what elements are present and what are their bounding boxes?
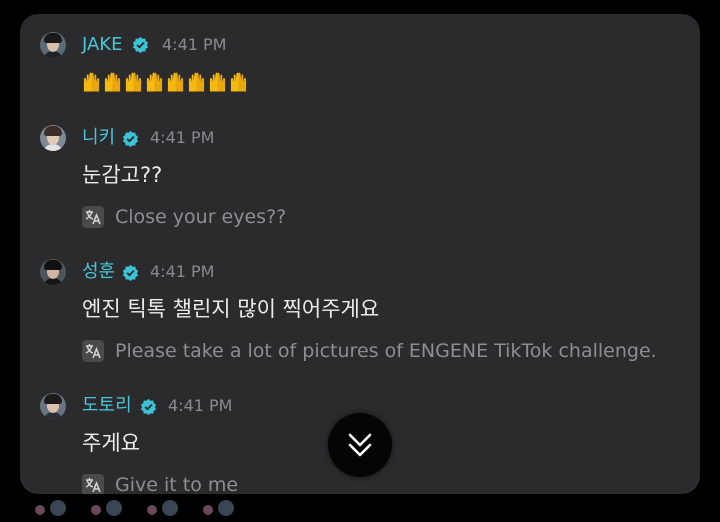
- avatar-hair-shape: [44, 394, 62, 404]
- avatar-hair-shape: [44, 126, 62, 136]
- message-text: 눈감고??: [82, 163, 163, 187]
- partial-emoji-icon: [142, 498, 182, 518]
- avatar-body-shape: [43, 412, 63, 419]
- message-text: 엔진 틱톡 챌린지 많이 찍어주게요: [82, 297, 380, 321]
- raising-hands-emoji: [167, 72, 184, 92]
- avatar-body-shape: [43, 278, 63, 285]
- message-time: 4:41 PM: [162, 35, 227, 54]
- translate-glyph-icon: [85, 478, 101, 493]
- avatar-hair-shape: [44, 33, 62, 43]
- verified-badge-icon: [122, 130, 139, 147]
- verified-badge-icon: [132, 36, 149, 53]
- avatar[interactable]: [40, 125, 66, 151]
- raising-hands-emoji: [125, 72, 142, 92]
- raising-hands-emoji: [146, 72, 163, 92]
- avatar-body-shape: [43, 51, 63, 58]
- message-time: 4:41 PM: [150, 262, 215, 281]
- partial-emoji-icon: [86, 498, 126, 518]
- raising-hands-emoji: [104, 72, 121, 92]
- partial-emoji-icon: [198, 498, 238, 518]
- raising-hands-emoji: [83, 72, 100, 92]
- raising-hands-emoji: [209, 72, 226, 92]
- emoji-row: [82, 70, 248, 94]
- translate-icon[interactable]: [82, 474, 104, 494]
- double-chevron-down-icon: [348, 433, 372, 457]
- message-text: 주게요: [82, 431, 140, 455]
- verified-badge-icon: [140, 398, 157, 415]
- translation-text: Close your eyes??: [115, 206, 287, 228]
- avatar[interactable]: [40, 259, 66, 285]
- translate-glyph-icon: [85, 344, 101, 359]
- avatar[interactable]: [40, 393, 66, 419]
- avatar[interactable]: [40, 32, 66, 58]
- author-name[interactable]: 성훈: [82, 261, 115, 283]
- translate-glyph-icon: [85, 210, 101, 225]
- verified-badge-icon: [122, 264, 139, 281]
- author-name[interactable]: JAKE: [82, 34, 122, 56]
- partial-emoji-icon: [30, 498, 70, 518]
- translate-icon[interactable]: [82, 206, 104, 228]
- raising-hands-emoji: [188, 72, 205, 92]
- translate-icon[interactable]: [82, 340, 104, 362]
- author-name[interactable]: 니키: [82, 127, 115, 149]
- author-name[interactable]: 도토리: [82, 395, 132, 417]
- raising-hands-emoji: [230, 72, 247, 92]
- partial-content-strip: [30, 498, 290, 518]
- scroll-to-bottom-button[interactable]: [328, 413, 392, 477]
- translation-text: Give it to me: [115, 474, 239, 494]
- message-time: 4:41 PM: [150, 128, 215, 147]
- avatar-hair-shape: [44, 260, 62, 270]
- translation-text: Please take a lot of pictures of ENGENE …: [115, 340, 657, 362]
- avatar-body-shape: [43, 144, 63, 151]
- message-time: 4:41 PM: [168, 396, 233, 415]
